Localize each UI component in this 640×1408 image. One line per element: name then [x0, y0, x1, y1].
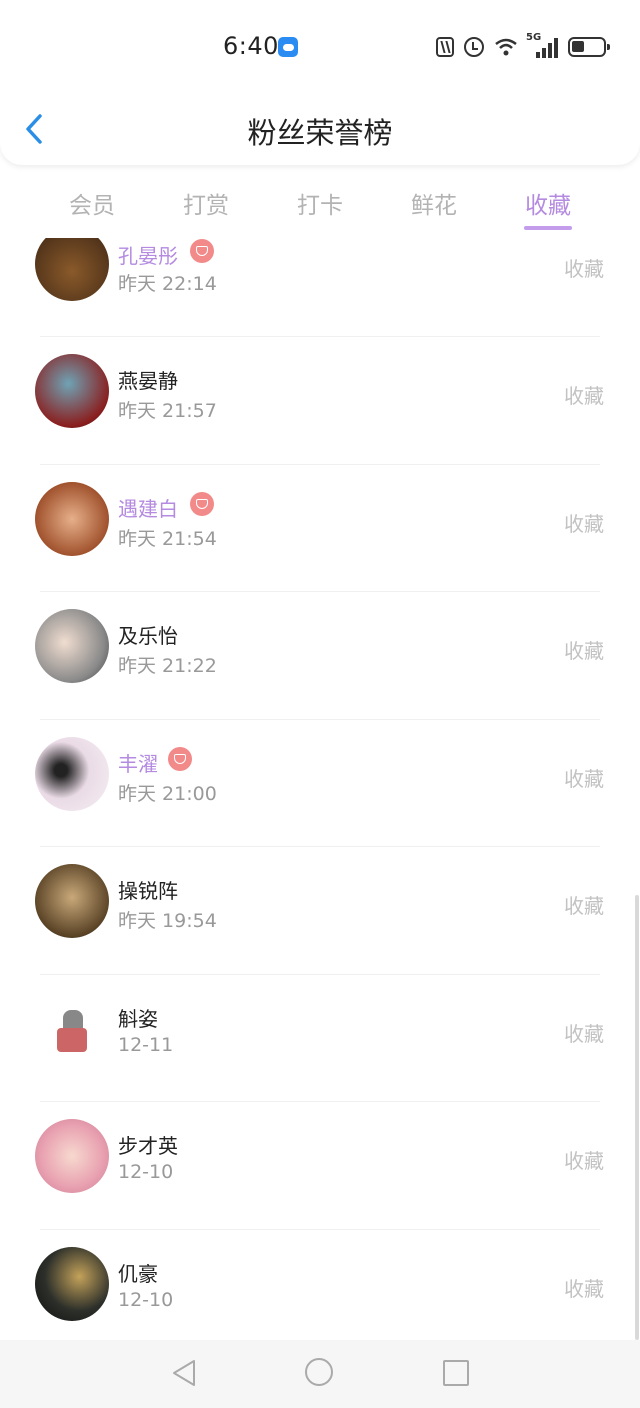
page-title: 粉丝荣誉榜: [247, 116, 393, 150]
avatar: [35, 227, 109, 301]
nfc-icon: [436, 37, 454, 57]
fan-date: 昨天 22:14: [118, 273, 217, 295]
fan-date: 12-10: [118, 1289, 174, 1311]
avatar: [35, 1119, 109, 1193]
diamond-badge-icon: [190, 239, 214, 263]
list-item[interactable]: 操锐阵 昨天 19:54 收藏: [0, 847, 640, 974]
status-bar: 6:40 5G: [0, 0, 640, 95]
action-label: 收藏: [564, 1149, 604, 1173]
fan-name: 丰濯: [118, 752, 158, 776]
list-item[interactable]: 步才英 12-10 收藏: [0, 1102, 640, 1229]
header: 6:40 5G 粉丝荣誉榜: [0, 0, 640, 165]
fan-name: 燕晏静: [118, 369, 178, 393]
list-item[interactable]: 仉豪 12-10 收藏: [0, 1230, 640, 1340]
list-item[interactable]: 及乐怡 昨天 21:22 收藏: [0, 592, 640, 719]
fan-date: 昨天 21:54: [118, 528, 217, 550]
weather-icon: [278, 37, 298, 57]
tab-members[interactable]: 会员: [52, 186, 132, 220]
fan-date: 12-10: [118, 1161, 174, 1183]
action-label: 收藏: [564, 1277, 604, 1301]
fan-name: 仉豪: [118, 1262, 158, 1286]
fan-name: 遇建白: [118, 497, 178, 521]
nav-recents-button[interactable]: [443, 1360, 469, 1386]
action-label: 收藏: [564, 384, 604, 408]
tab-bar: 会员 打赏 打卡 鲜花 收藏: [0, 178, 640, 238]
action-label: 收藏: [564, 512, 604, 536]
diamond-badge-icon: [168, 747, 192, 771]
avatar: [35, 864, 109, 938]
nav-home-button[interactable]: [305, 1358, 333, 1386]
fan-name: 斛姿: [118, 1007, 158, 1031]
fan-date: 昨天 19:54: [118, 910, 217, 932]
list-item[interactable]: 丰濯 昨天 21:00 收藏: [0, 720, 640, 847]
avatar: [35, 992, 109, 1066]
action-label: 收藏: [564, 1022, 604, 1046]
system-nav-bar: [0, 1340, 640, 1408]
active-tab-indicator: [524, 226, 572, 230]
avatar: [35, 737, 109, 811]
action-label: 收藏: [564, 639, 604, 663]
avatar: [35, 1247, 109, 1321]
action-label: 收藏: [564, 894, 604, 918]
fan-date: 昨天 21:22: [118, 655, 217, 677]
avatar: [35, 482, 109, 556]
triangle-back-icon: [173, 1360, 195, 1386]
scrollbar[interactable]: [635, 895, 639, 1340]
fan-date: 12-11: [118, 1034, 174, 1056]
tab-rewards[interactable]: 打赏: [166, 186, 246, 220]
cellular-signal-icon: 5G: [526, 32, 558, 58]
list-item[interactable]: 燕晏静 昨天 21:57 收藏: [0, 337, 640, 464]
nav-back-button[interactable]: [170, 1358, 198, 1392]
avatar: [35, 609, 109, 683]
diamond-badge-icon: [190, 492, 214, 516]
network-type: 5G: [526, 32, 542, 43]
tab-flowers[interactable]: 鲜花: [394, 186, 474, 220]
action-label: 收藏: [564, 767, 604, 791]
fan-name: 步才英: [118, 1134, 178, 1158]
action-label: 收藏: [564, 257, 604, 281]
tab-checkin[interactable]: 打卡: [280, 186, 360, 220]
list-item[interactable]: 遇建白 昨天 21:54 收藏: [0, 465, 640, 592]
fan-date: 昨天 21:57: [118, 400, 217, 422]
fan-name: 及乐怡: [118, 624, 178, 648]
avatar: [35, 354, 109, 428]
battery-icon: [568, 37, 610, 57]
fan-date: 昨天 21:00: [118, 783, 217, 805]
system-icons: 5G: [436, 32, 610, 58]
tab-favorites[interactable]: 收藏: [508, 186, 588, 220]
list-item[interactable]: 斛姿 12-11 收藏: [0, 975, 640, 1102]
fan-name: 操锐阵: [118, 879, 178, 903]
fan-name: 孔晏彤: [118, 244, 178, 268]
wifi-icon: [494, 37, 518, 57]
status-time: 6:40: [223, 32, 279, 60]
alarm-icon: [464, 37, 484, 57]
